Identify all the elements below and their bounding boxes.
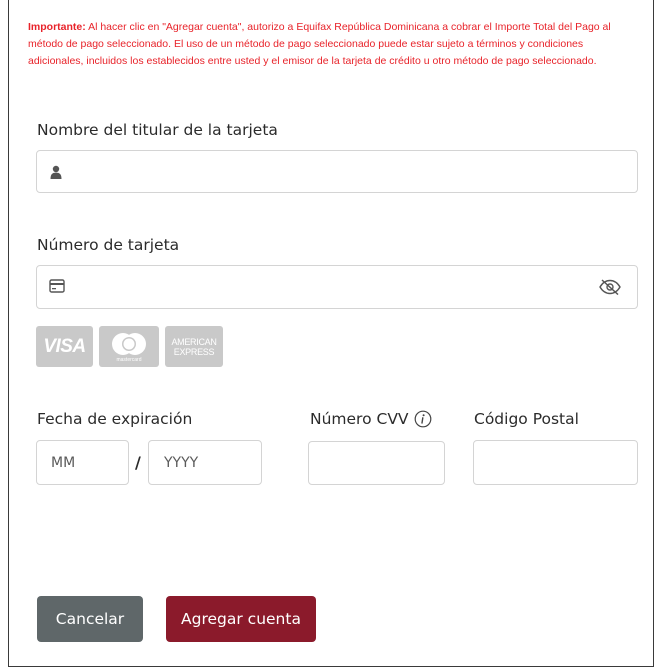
- add-account-button[interactable]: Agregar cuenta: [166, 596, 316, 642]
- payment-authorization-notice: Importante: Al hacer clic en "Agregar cu…: [28, 19, 640, 70]
- amex-logo-text: AMERICAN EXPRESS: [171, 336, 217, 357]
- cancel-button[interactable]: Cancelar: [37, 596, 143, 642]
- info-icon[interactable]: [414, 410, 432, 428]
- expiration-separator: /: [135, 453, 141, 472]
- expiration-month-input[interactable]: [36, 440, 129, 485]
- expiration-label: Fecha de expiración: [37, 410, 193, 428]
- credit-card-icon: [48, 278, 66, 294]
- user-icon: [49, 164, 63, 180]
- cardholder-label: Nombre del titular de la tarjeta: [37, 121, 278, 139]
- card-number-input[interactable]: [36, 265, 638, 309]
- mastercard-circles-icon: [112, 332, 146, 355]
- cvv-label-group: Número CVV: [310, 410, 432, 428]
- postal-code-label: Código Postal: [474, 410, 579, 428]
- card-number-label: Número de tarjeta: [37, 236, 180, 254]
- notice-prefix: Importante:: [28, 21, 86, 33]
- expiration-year-input[interactable]: [148, 440, 262, 485]
- cvv-input[interactable]: [308, 441, 445, 485]
- notice-text: Al hacer clic en "Agregar cuenta", autor…: [28, 21, 611, 67]
- cvv-label: Número CVV: [310, 410, 409, 428]
- cardholder-name-input[interactable]: [36, 150, 638, 193]
- eye-slash-icon[interactable]: [597, 278, 623, 296]
- amex-logo: AMERICAN EXPRESS: [165, 326, 223, 367]
- visa-logo-text: VISA: [43, 335, 86, 357]
- visa-logo: VISA: [36, 326, 93, 367]
- postal-code-input[interactable]: [473, 440, 638, 485]
- mastercard-logo: mastercard: [99, 326, 159, 367]
- mastercard-logo-text: mastercard: [116, 356, 142, 363]
